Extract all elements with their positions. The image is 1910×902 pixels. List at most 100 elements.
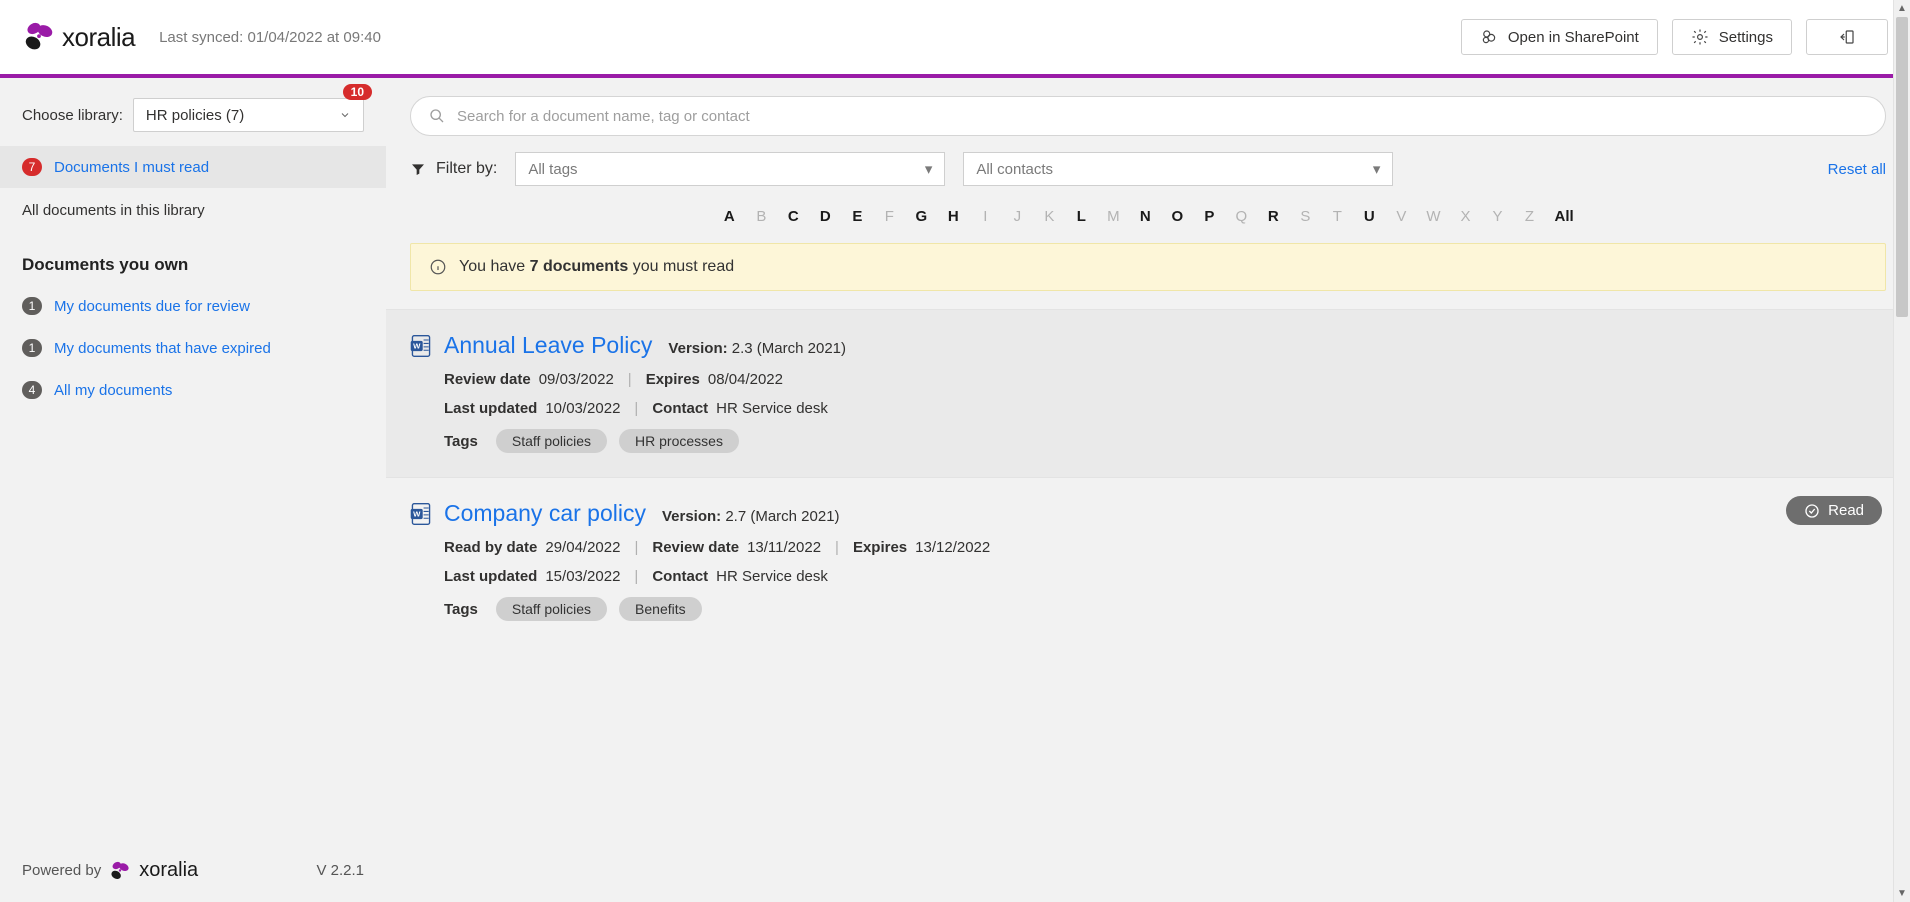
must-read-label: Documents I must read — [54, 159, 209, 176]
alpha-letter-o[interactable]: O — [1170, 208, 1184, 225]
alpha-letter-w: W — [1426, 208, 1440, 225]
sidebar-footer: Powered by xoralia V 2.2.1 — [0, 843, 386, 902]
alpha-letter-h[interactable]: H — [946, 208, 960, 225]
due-review-label: My documents due for review — [54, 298, 250, 315]
alpha-letter-x: X — [1459, 208, 1473, 225]
doc-meta-item: ContactHR Service desk — [652, 568, 828, 585]
all-my-count: 4 — [22, 381, 42, 399]
filter-tags-value: All tags — [528, 161, 577, 178]
search-icon — [429, 108, 445, 124]
scroll-down-arrow-icon[interactable]: ▼ — [1894, 885, 1910, 902]
sidebar-item-all-documents[interactable]: All documents in this library — [0, 188, 386, 233]
open-in-sharepoint-label: Open in SharePoint — [1508, 29, 1639, 46]
main-content: Filter by: All tags ▾ All contacts ▾ Res… — [386, 78, 1910, 902]
must-read-count: 7 — [22, 158, 42, 176]
alphabet-filter: ABCDEFGHIJKLMNOPQRSTUVWXYZAll — [386, 196, 1910, 243]
check-circle-icon — [1804, 503, 1820, 519]
caret-down-icon: ▾ — [1373, 160, 1381, 178]
svg-text:W: W — [413, 509, 421, 518]
doc-meta-item: Review date09/03/2022 — [444, 371, 614, 388]
meta-separator: | — [634, 568, 638, 585]
filter-contacts-value: All contacts — [976, 161, 1053, 178]
sidebar: Choose library: HR policies (7) 10 7 Doc… — [0, 78, 386, 902]
doc-meta-item: ContactHR Service desk — [652, 400, 828, 417]
doc-meta-item: Read by date29/04/2022 — [444, 539, 620, 556]
open-in-sharepoint-button[interactable]: Open in SharePoint — [1461, 19, 1658, 55]
alpha-letter-p[interactable]: P — [1202, 208, 1216, 225]
sidebar-item-expired[interactable]: 1 My documents that have expired — [0, 327, 386, 369]
sidebar-item-all-my[interactable]: 4 All my documents — [0, 369, 386, 411]
filter-row: Filter by: All tags ▾ All contacts ▾ Res… — [386, 146, 1910, 196]
library-dropdown[interactable]: HR policies (7) — [133, 98, 364, 132]
meta-separator: | — [628, 371, 632, 388]
scroll-thumb[interactable] — [1896, 17, 1908, 317]
brand-logo: xoralia — [22, 20, 135, 54]
last-synced-label: Last synced: 01/04/2022 at 09:40 — [159, 29, 381, 46]
tags-label: Tags — [444, 601, 478, 618]
settings-label: Settings — [1719, 29, 1773, 46]
meta-separator: | — [835, 539, 839, 556]
sidebar-item-must-read[interactable]: 7 Documents I must read — [0, 146, 386, 188]
filter-tags-dropdown[interactable]: All tags ▾ — [515, 152, 945, 186]
alpha-letter-a[interactable]: A — [722, 208, 736, 225]
settings-button[interactable]: Settings — [1672, 19, 1792, 55]
scroll-up-arrow-icon[interactable]: ▲ — [1894, 0, 1910, 17]
alpha-letter-u[interactable]: U — [1362, 208, 1376, 225]
must-read-banner: You have 7 documents you must read — [410, 243, 1886, 291]
library-selector-row: Choose library: HR policies (7) 10 — [0, 78, 386, 146]
panel-toggle-button[interactable] — [1806, 19, 1888, 55]
alpha-letter-g[interactable]: G — [914, 208, 928, 225]
filter-by-label: Filter by: — [436, 160, 497, 178]
alpha-letter-f: F — [882, 208, 896, 225]
caret-down-icon: ▾ — [925, 160, 933, 178]
doc-meta-item: Last updated15/03/2022 — [444, 568, 620, 585]
doc-meta-item: Review date13/11/2022 — [652, 539, 821, 556]
alpha-letter-c[interactable]: C — [786, 208, 800, 225]
alpha-letter-l[interactable]: L — [1074, 208, 1088, 225]
doc-meta-item: Expires08/04/2022 — [646, 371, 783, 388]
alpha-letter-y: Y — [1491, 208, 1505, 225]
library-count-badge: 10 — [343, 84, 372, 100]
document-version: Version: 2.3 (March 2021) — [668, 340, 846, 357]
alpha-letter-k: K — [1042, 208, 1056, 225]
gear-icon — [1691, 28, 1709, 46]
alpha-letter-j: J — [1010, 208, 1024, 225]
alpha-letter-e[interactable]: E — [850, 208, 864, 225]
search-box[interactable] — [410, 96, 1886, 136]
info-icon — [429, 258, 447, 276]
banner-text: You have 7 documents you must read — [459, 258, 734, 276]
word-document-icon: W — [410, 502, 432, 526]
brand-name: xoralia — [62, 22, 135, 53]
alpha-letter-r[interactable]: R — [1266, 208, 1280, 225]
expired-count: 1 — [22, 339, 42, 357]
doc-meta-item: Last updated10/03/2022 — [444, 400, 620, 417]
alpha-letter-d[interactable]: D — [818, 208, 832, 225]
alpha-letter-all[interactable]: All — [1555, 208, 1574, 225]
alpha-letter-s: S — [1298, 208, 1312, 225]
alpha-letter-b: B — [754, 208, 768, 225]
sidebar-section-own: Documents you own — [0, 233, 386, 285]
document-card: Read W Company car policy Version: 2.7 (… — [386, 477, 1910, 645]
alpha-letter-n[interactable]: N — [1138, 208, 1152, 225]
search-input[interactable] — [457, 108, 1867, 125]
alpha-letter-t: T — [1330, 208, 1344, 225]
sidebar-item-due-review[interactable]: 1 My documents due for review — [0, 285, 386, 327]
vertical-scrollbar[interactable]: ▲ ▼ — [1893, 0, 1910, 902]
doc-tag[interactable]: HR processes — [619, 429, 739, 453]
alpha-letter-v: V — [1394, 208, 1408, 225]
reset-all-link[interactable]: Reset all — [1828, 161, 1886, 178]
due-review-count: 1 — [22, 297, 42, 315]
filter-icon — [410, 161, 426, 177]
read-status-badge: Read — [1786, 496, 1882, 525]
filter-contacts-dropdown[interactable]: All contacts ▾ — [963, 152, 1393, 186]
document-title-link[interactable]: Annual Leave Policy — [444, 332, 652, 359]
word-document-icon: W — [410, 334, 432, 358]
doc-tag[interactable]: Staff policies — [496, 429, 607, 453]
document-title-link[interactable]: Company car policy — [444, 500, 646, 527]
doc-tag[interactable]: Benefits — [619, 597, 702, 621]
chevron-down-icon — [339, 109, 351, 121]
app-header: xoralia Last synced: 01/04/2022 at 09:40… — [0, 0, 1910, 78]
version-label: V 2.2.1 — [316, 862, 364, 879]
doc-tag[interactable]: Staff policies — [496, 597, 607, 621]
alpha-letter-m: M — [1106, 208, 1120, 225]
